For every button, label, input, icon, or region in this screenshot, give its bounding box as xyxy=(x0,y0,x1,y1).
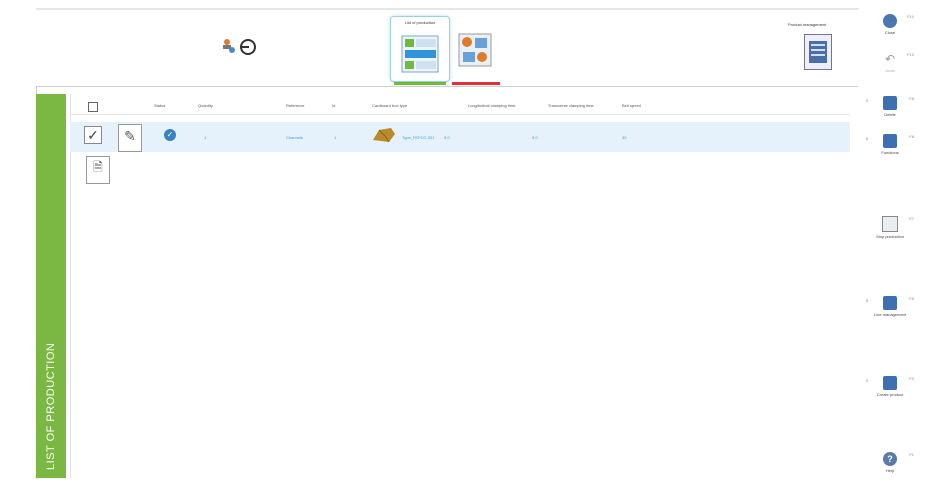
sidebar-title: LIST OF PRODUCTION xyxy=(45,342,57,470)
table-header: Status Quantity Reference Id Cardboard b… xyxy=(70,98,850,115)
create-product-icon xyxy=(883,376,897,390)
cell-reference: Channels xyxy=(286,135,303,140)
create-product-label: Create product xyxy=(876,392,904,397)
delete-num: 5 xyxy=(866,98,869,103)
row-checkbox[interactable]: ✓ xyxy=(84,126,102,144)
tab-list-of-production[interactable]: List of production xyxy=(390,16,450,82)
pencil-icon: ✎ xyxy=(124,128,136,144)
header-status[interactable]: Status xyxy=(154,103,165,108)
functions-num: 6 xyxy=(866,136,869,141)
undo-key: F12 xyxy=(907,52,914,57)
product-management-label: Product management xyxy=(788,22,827,27)
close-key: F10 xyxy=(907,14,914,19)
tab-active-indicator xyxy=(394,82,446,85)
header-transverse[interactable]: Transverse clamping time xyxy=(548,103,594,108)
create-product-key: F3 xyxy=(909,376,914,381)
stop-production-label: Stop production xyxy=(875,234,905,239)
close-label: Close xyxy=(884,30,896,35)
new-button[interactable]: 🗎 xyxy=(86,156,110,184)
delete-key: F6 xyxy=(909,96,914,101)
cell-belt-speed: 30 xyxy=(622,135,627,140)
create-product-button[interactable]: 9 Create product F3 xyxy=(862,376,918,397)
delete-icon xyxy=(883,96,897,110)
line-management-num: 8 xyxy=(866,298,869,303)
help-icon: ? xyxy=(883,452,897,466)
undo-icon: ↶ xyxy=(884,52,896,66)
undo-button[interactable]: ↶ Undo F12 xyxy=(862,52,918,73)
status-ok-icon: ✓ xyxy=(164,129,176,141)
delete-button[interactable]: 5 Delete F6 xyxy=(862,96,918,117)
header-id[interactable]: Id xyxy=(332,103,335,108)
delete-label: Delete xyxy=(884,112,896,117)
new-document-icon: 🗎 xyxy=(93,160,103,174)
functions-icon xyxy=(883,134,897,148)
functions-key: F8 xyxy=(909,134,914,139)
help-label: Help xyxy=(885,468,895,473)
close-button[interactable]: Close F10 xyxy=(862,14,918,35)
edit-button[interactable]: ✎ xyxy=(118,124,142,152)
header-belt-speed[interactable]: Belt speed xyxy=(622,103,641,108)
create-product-num: 9 xyxy=(866,378,869,383)
tab-product-list[interactable] xyxy=(455,30,495,70)
line-management-button[interactable]: 8 Line management F9 xyxy=(862,296,918,317)
cell-longitudinal: 5.0 xyxy=(444,135,450,140)
production-list-icon xyxy=(401,35,439,73)
header-reference[interactable]: Reference xyxy=(286,103,304,108)
undo-label: Undo xyxy=(885,68,895,73)
select-all-checkbox[interactable] xyxy=(88,102,98,112)
help-button[interactable]: ? Help F1 xyxy=(862,452,918,473)
header-longitudinal[interactable]: Longitudinal clamping time xyxy=(468,103,515,108)
functions-button[interactable]: 6 Functions F8 xyxy=(862,134,918,155)
line-management-icon xyxy=(883,296,897,310)
machine-connection-icon[interactable] xyxy=(220,36,260,58)
functions-label: Functions xyxy=(881,150,899,155)
header-quantity[interactable]: Quantity xyxy=(198,103,213,108)
tab-inactive-indicator xyxy=(452,82,500,85)
header-box-type[interactable]: Cardboard box type xyxy=(372,103,407,108)
table-row[interactable] xyxy=(70,122,850,152)
product-list-icon xyxy=(458,33,492,67)
cardboard-box-icon xyxy=(373,128,395,143)
line-management-key: F9 xyxy=(909,296,914,301)
close-icon xyxy=(883,14,897,28)
stop-icon xyxy=(882,216,898,232)
help-key: F1 xyxy=(909,452,914,457)
cell-box-type: Type_FEFCO 201 xyxy=(402,135,435,140)
product-management-icon[interactable] xyxy=(804,34,832,70)
cell-quantity: 1 xyxy=(204,135,207,140)
cell-transverse: 5.0 xyxy=(532,135,538,140)
tab-list-of-production-label: List of production xyxy=(404,20,436,25)
stop-production-key: F7 xyxy=(909,216,914,221)
cell-id: 1 xyxy=(334,135,337,140)
line-management-label: Line management xyxy=(873,312,907,317)
stop-production-button[interactable]: Stop production F7 xyxy=(862,216,918,239)
